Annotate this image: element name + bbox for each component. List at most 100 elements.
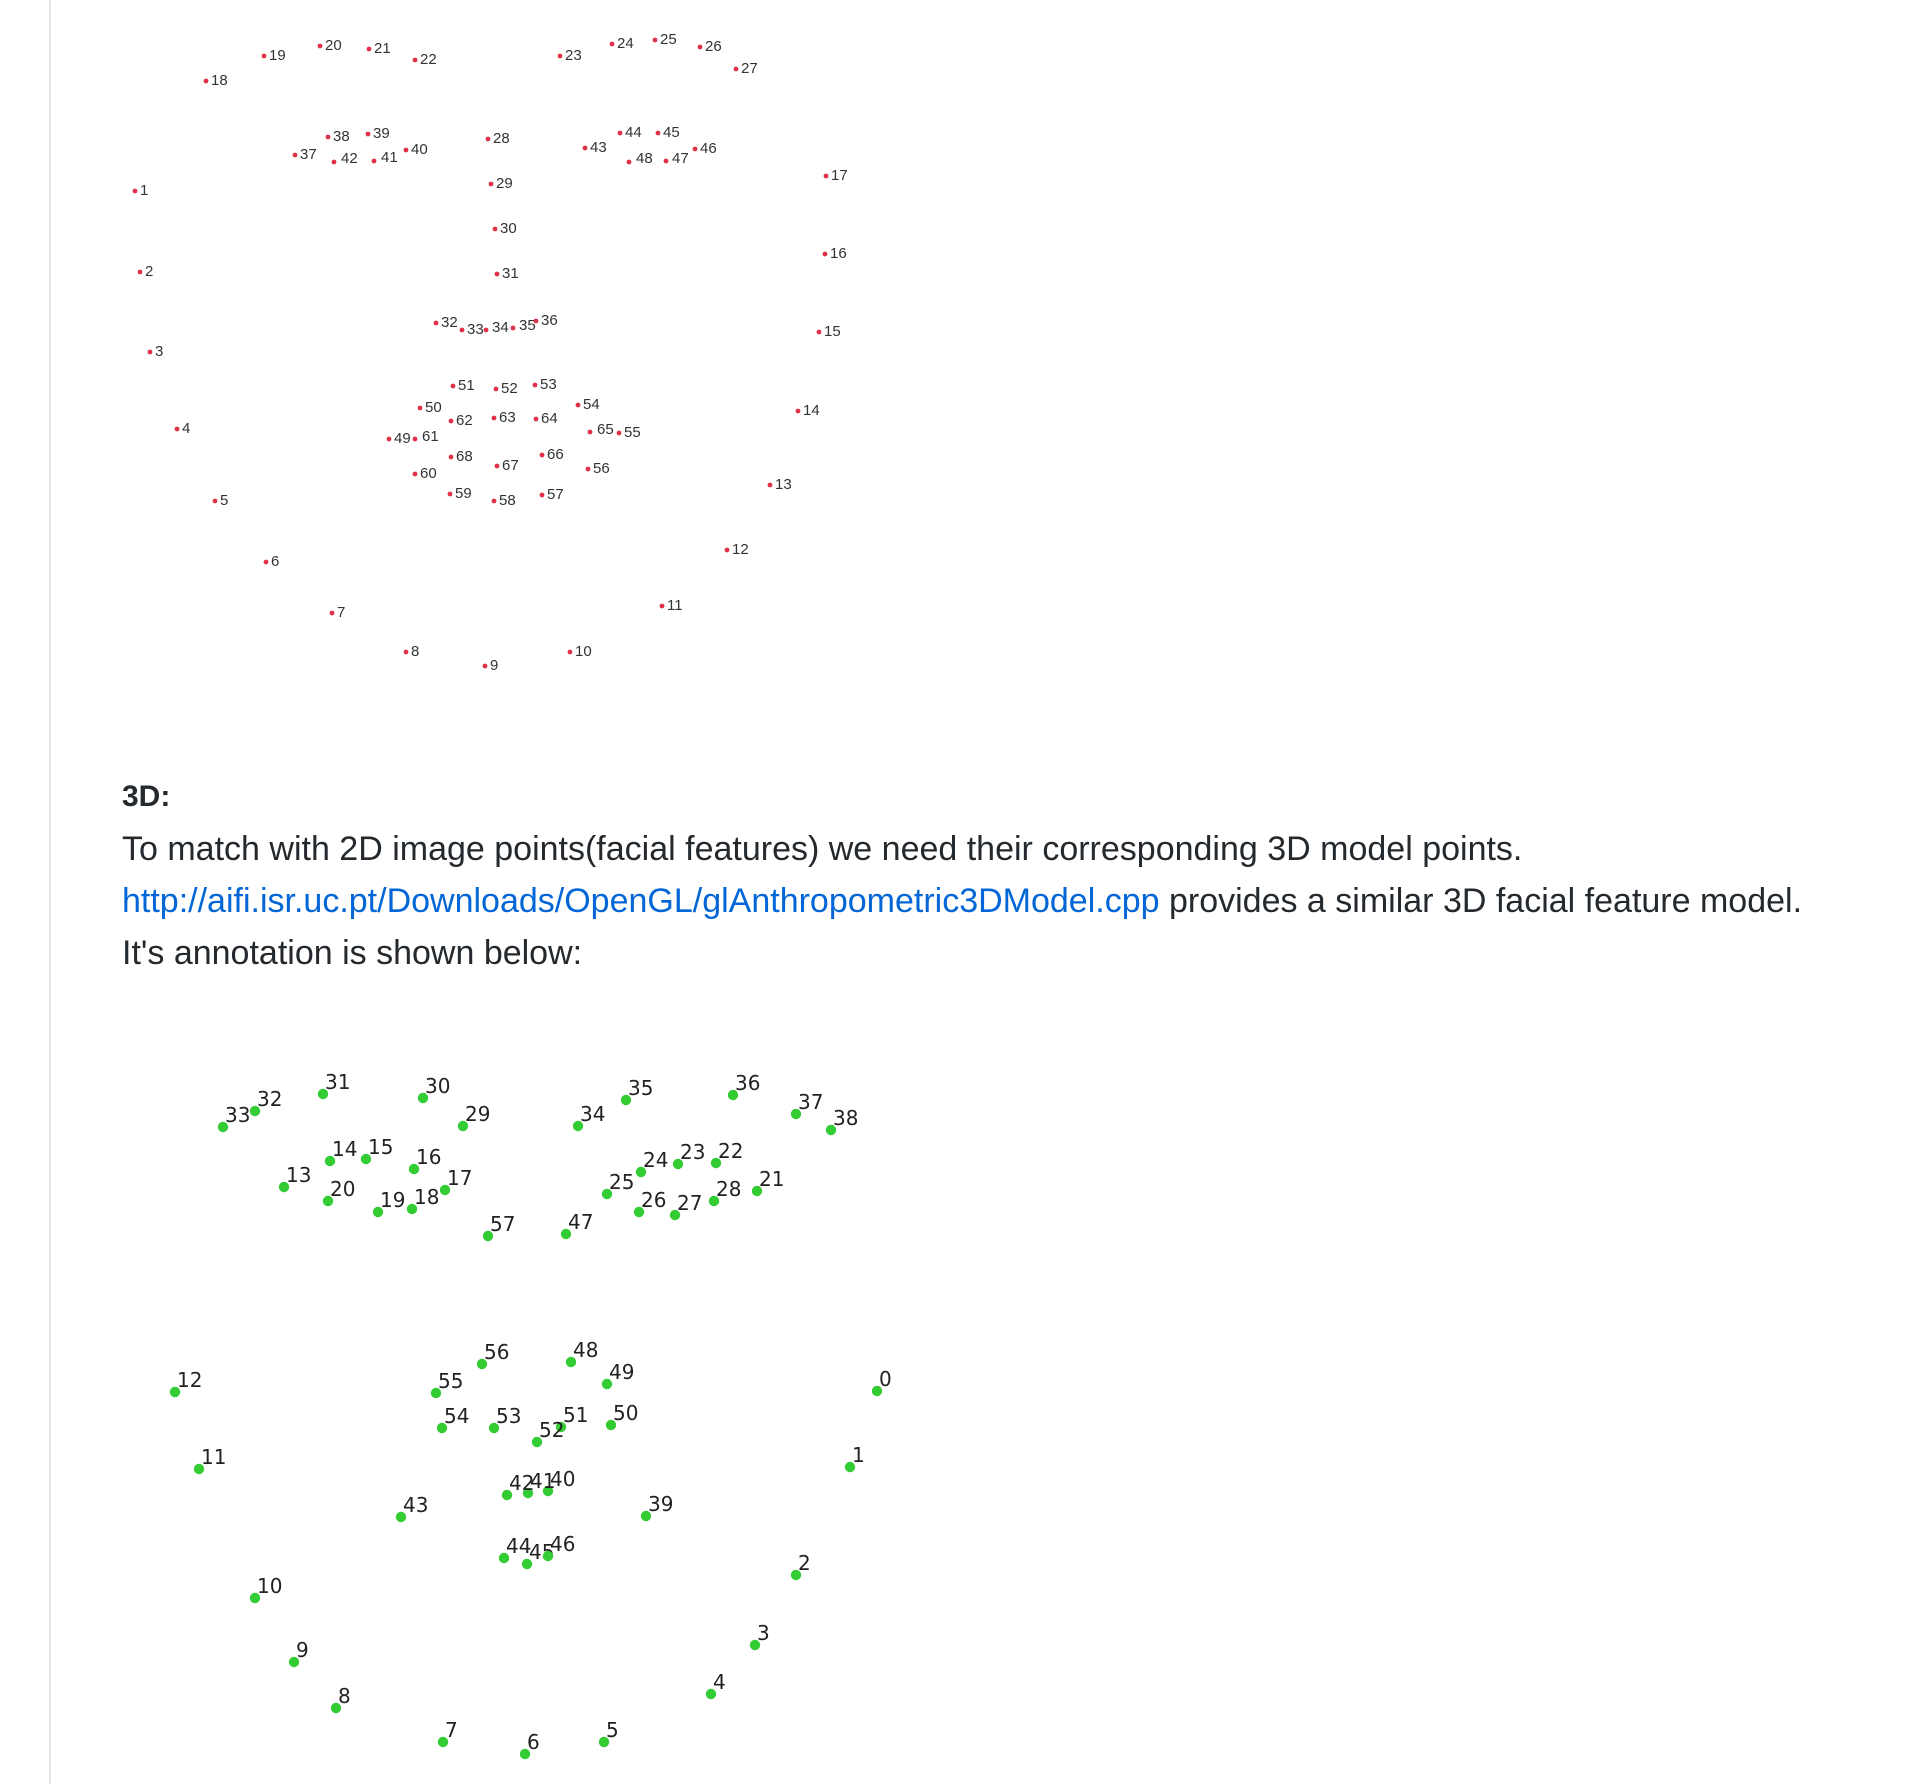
landmark-3d-label-8: 8 bbox=[338, 1684, 351, 1708]
landmark-2d-point-67 bbox=[494, 463, 500, 469]
landmark-2d-label-26: 26 bbox=[705, 38, 722, 55]
landmark-3d-label-23: 23 bbox=[680, 1140, 705, 1164]
landmark-2d-point-61 bbox=[412, 436, 418, 442]
landmark-2d-point-55 bbox=[616, 430, 622, 436]
landmark-2d-label-25: 25 bbox=[660, 31, 677, 48]
landmark-2d-label-20: 20 bbox=[325, 37, 342, 54]
paragraph-line-2: http://aifi.isr.uc.pt/Downloads/OpenGL/g… bbox=[122, 875, 1906, 927]
landmark-2d-point-5 bbox=[212, 498, 218, 504]
landmark-2d-point-50 bbox=[417, 405, 423, 411]
landmark-3d-label-31: 31 bbox=[325, 1070, 350, 1094]
landmark-2d-point-6 bbox=[263, 559, 269, 565]
landmark-2d-label-2: 2 bbox=[145, 263, 153, 280]
landmark-2d-label-32: 32 bbox=[441, 314, 458, 331]
landmark-2d-label-21: 21 bbox=[374, 40, 391, 57]
landmark-3d-label-52: 52 bbox=[539, 1418, 564, 1442]
landmark-2d-label-53: 53 bbox=[540, 376, 557, 393]
landmark-2d-point-66 bbox=[539, 452, 545, 458]
landmark-2d-label-14: 14 bbox=[803, 402, 820, 419]
landmark-2d-label-54: 54 bbox=[583, 396, 600, 413]
landmark-2d-label-35: 35 bbox=[519, 317, 536, 334]
landmark-3d-label-10: 10 bbox=[257, 1574, 282, 1598]
landmark-2d-point-10 bbox=[567, 649, 573, 655]
landmark-2d-label-61: 61 bbox=[422, 428, 439, 445]
landmark-2d-label-51: 51 bbox=[458, 377, 475, 394]
landmark-2d-point-19 bbox=[261, 53, 267, 59]
landmark-3d-label-21: 21 bbox=[759, 1167, 784, 1191]
landmark-3d-label-14: 14 bbox=[332, 1137, 357, 1161]
landmark-2d-label-58: 58 bbox=[499, 492, 516, 509]
paragraph-line-2-text: provides a similar 3D facial feature mod… bbox=[1159, 882, 1803, 920]
landmark-3d-label-33: 33 bbox=[225, 1103, 250, 1127]
landmark-2d-point-25 bbox=[652, 37, 658, 43]
landmark-2d-label-57: 57 bbox=[547, 486, 564, 503]
landmark-2d-point-58 bbox=[491, 498, 497, 504]
landmark-2d-point-54 bbox=[575, 402, 581, 408]
landmark-3d-label-15: 15 bbox=[368, 1135, 393, 1159]
landmark-2d-point-1 bbox=[132, 188, 138, 194]
landmark-3d-label-42: 42 bbox=[509, 1471, 534, 1495]
landmark-3d-label-5: 5 bbox=[606, 1718, 619, 1742]
landmark-3d-label-36: 36 bbox=[735, 1071, 760, 1095]
landmark-3d-label-30: 30 bbox=[425, 1074, 450, 1098]
facial-landmarks-2d-image: 1 2 3 4 5 6 7 8 9 10 11 12 13 14 15 16 17 18 19 20 21 22 23 24 2… bbox=[110, 20, 910, 700]
section-heading: 3D: bbox=[122, 780, 171, 813]
landmark-2d-label-49: 49 bbox=[394, 430, 411, 447]
landmark-3d-label-27: 27 bbox=[677, 1191, 702, 1215]
landmark-2d-label-50: 50 bbox=[425, 399, 442, 416]
landmark-3d-label-43: 43 bbox=[403, 1493, 428, 1517]
landmark-3d-label-1: 1 bbox=[852, 1443, 865, 1467]
landmark-2d-point-15 bbox=[816, 329, 822, 335]
landmark-2d-label-40: 40 bbox=[411, 141, 428, 158]
landmark-2d-label-28: 28 bbox=[493, 130, 510, 147]
landmark-3d-label-22: 22 bbox=[718, 1139, 743, 1163]
landmark-3d-label-9: 9 bbox=[296, 1638, 309, 1662]
landmark-2d-label-45: 45 bbox=[663, 124, 680, 141]
landmark-3d-label-24: 24 bbox=[643, 1148, 668, 1172]
landmark-2d-label-7: 7 bbox=[337, 604, 345, 621]
landmark-3d-label-46: 46 bbox=[550, 1532, 575, 1556]
landmark-2d-point-16 bbox=[822, 251, 828, 257]
landmark-2d-point-42 bbox=[331, 159, 337, 165]
landmark-3d-label-16: 16 bbox=[416, 1145, 441, 1169]
landmark-2d-label-36: 36 bbox=[541, 312, 558, 329]
landmark-2d-label-33: 33 bbox=[467, 321, 484, 338]
landmarks-3d-plot: 01234567891011121314 15 1617181920 21222324… bbox=[169, 1070, 892, 1760]
landmark-2d-point-40 bbox=[403, 147, 409, 153]
landmark-2d-point-12 bbox=[724, 547, 730, 553]
landmark-2d-label-1: 1 bbox=[140, 182, 148, 199]
landmark-2d-point-26 bbox=[697, 44, 703, 50]
landmark-2d-label-66: 66 bbox=[547, 446, 564, 463]
landmark-2d-point-32 bbox=[433, 320, 439, 326]
landmark-2d-point-21 bbox=[366, 46, 372, 52]
landmark-3d-label-39: 39 bbox=[648, 1492, 673, 1516]
landmark-2d-point-22 bbox=[412, 57, 418, 63]
landmark-2d-label-6: 6 bbox=[271, 553, 279, 570]
landmark-3d-label-35: 35 bbox=[628, 1076, 653, 1100]
landmark-2d-point-53 bbox=[532, 382, 538, 388]
landmark-2d-point-14 bbox=[795, 408, 801, 414]
landmark-2d-point-68 bbox=[448, 454, 454, 460]
landmark-2d-label-13: 13 bbox=[775, 476, 792, 493]
landmark-2d-label-59: 59 bbox=[455, 485, 472, 502]
landmark-3d-label-51: 51 bbox=[563, 1403, 588, 1427]
landmark-3d-label-13: 13 bbox=[286, 1163, 311, 1187]
landmark-2d-point-31 bbox=[494, 271, 500, 277]
model-source-link[interactable]: http://aifi.isr.uc.pt/Downloads/OpenGL/g… bbox=[122, 882, 1160, 920]
landmark-2d-point-11 bbox=[659, 603, 665, 609]
landmark-2d-label-65: 65 bbox=[597, 421, 614, 438]
landmark-2d-label-52: 52 bbox=[501, 380, 518, 397]
landmark-2d-label-55: 55 bbox=[624, 424, 641, 441]
landmark-3d-label-19: 19 bbox=[380, 1188, 405, 1212]
landmark-2d-label-38: 38 bbox=[333, 128, 350, 145]
landmark-2d-label-10: 10 bbox=[575, 643, 592, 660]
landmark-2d-point-7 bbox=[329, 610, 335, 616]
landmark-2d-point-28 bbox=[485, 136, 491, 142]
landmarks-2d-plot: 1234567891011121314151617181920 2122 2324 2… bbox=[132, 31, 848, 674]
landmark-3d-label-11: 11 bbox=[201, 1445, 226, 1469]
landmark-3d-label-53: 53 bbox=[496, 1404, 521, 1428]
landmark-2d-label-12: 12 bbox=[732, 541, 749, 558]
landmark-3d-label-54: 54 bbox=[444, 1404, 469, 1428]
landmark-3d-label-34: 34 bbox=[580, 1102, 605, 1126]
landmark-2d-point-64 bbox=[533, 416, 539, 422]
